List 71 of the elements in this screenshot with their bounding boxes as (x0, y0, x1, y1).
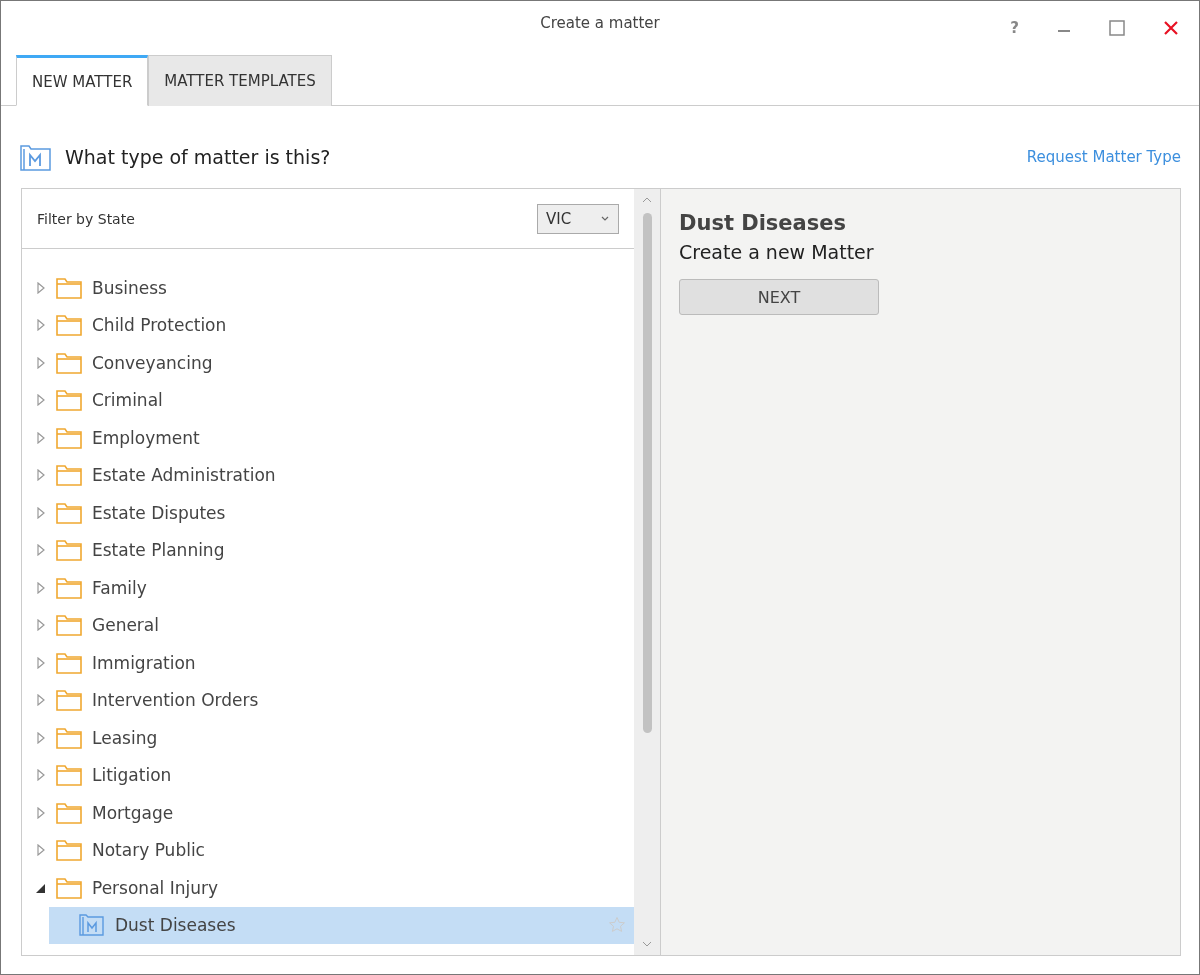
window-title: Create a matter (540, 14, 660, 32)
tree-item[interactable]: Estate Disputes (22, 494, 634, 532)
folder-icon (56, 689, 82, 712)
collapsed-arrow-icon[interactable] (36, 694, 46, 707)
tree-item[interactable]: Personal Injury (22, 869, 634, 907)
folder-icon (56, 614, 82, 637)
collapsed-arrow-icon[interactable] (36, 356, 46, 369)
matter-folder-icon (79, 914, 105, 937)
tree-item[interactable]: Immigration (22, 644, 634, 682)
folder-icon (56, 876, 82, 899)
scroll-down-icon[interactable] (642, 941, 652, 947)
collapsed-arrow-icon[interactable] (36, 319, 46, 332)
matter-folder-icon (19, 142, 53, 172)
state-dropdown[interactable]: VIC (537, 203, 619, 234)
detail-subtitle: Create a new Matter (679, 241, 875, 263)
tree-item[interactable]: Mortgage (22, 794, 634, 832)
collapsed-arrow-icon[interactable] (36, 844, 46, 857)
tab[interactable]: NEW MATTER (16, 55, 149, 106)
filter-label: Filter by State (37, 210, 135, 227)
folder-icon (56, 426, 82, 449)
collapsed-arrow-icon[interactable] (36, 731, 46, 744)
tree-item[interactable]: Criminal (22, 381, 634, 419)
help-button[interactable]: ? (1010, 19, 1019, 37)
folder-icon (56, 501, 82, 524)
chevron-down-icon (600, 215, 610, 222)
folder-icon (56, 389, 82, 412)
tree-item[interactable]: Leasing (22, 719, 634, 757)
folder-icon (56, 651, 82, 674)
collapsed-arrow-icon[interactable] (36, 581, 46, 594)
folder-icon (56, 576, 82, 599)
star-icon[interactable] (608, 916, 626, 935)
folder-icon (56, 764, 82, 787)
collapsed-arrow-icon[interactable] (36, 619, 46, 632)
tree-item[interactable]: Litigation (22, 756, 634, 794)
collapsed-arrow-icon[interactable] (36, 769, 46, 782)
collapsed-arrow-icon[interactable] (36, 469, 46, 482)
folder-icon (56, 726, 82, 749)
folder-icon (56, 539, 82, 562)
next-button[interactable]: NEXT (679, 279, 879, 315)
tree-item[interactable]: Conveyancing (22, 344, 634, 382)
scroll-up-icon[interactable] (642, 197, 652, 203)
tree-item[interactable]: General (22, 606, 634, 644)
tree-item[interactable]: Intervention Orders (22, 681, 634, 719)
tree-item[interactable]: Notary Public (22, 831, 634, 869)
scrollbar-thumb[interactable] (642, 213, 652, 733)
folder-icon (56, 314, 82, 337)
folder-icon (56, 464, 82, 487)
collapsed-arrow-icon[interactable] (36, 806, 46, 819)
collapsed-arrow-icon[interactable] (36, 506, 46, 519)
scrollbar[interactable] (634, 189, 660, 955)
folder-icon (56, 351, 82, 374)
collapsed-arrow-icon[interactable] (36, 431, 46, 444)
folder-icon (56, 276, 82, 299)
detail-title: Dust Diseases (679, 211, 847, 235)
heading: What type of matter is this? (65, 146, 331, 168)
tree-item[interactable]: Child Protection (22, 306, 634, 344)
maximize-icon[interactable] (1109, 20, 1125, 36)
collapsed-arrow-icon[interactable] (36, 281, 46, 294)
folder-icon (56, 801, 82, 824)
tree-item[interactable]: Family (22, 569, 634, 607)
collapsed-arrow-icon[interactable] (36, 394, 46, 407)
tree-item[interactable]: Employment (22, 419, 634, 457)
collapsed-arrow-icon[interactable] (36, 656, 46, 669)
close-icon[interactable] (1163, 20, 1179, 36)
collapsed-arrow-icon[interactable] (36, 544, 46, 557)
tree-item[interactable]: Business (22, 269, 634, 307)
tab[interactable]: MATTER TEMPLATES (148, 55, 332, 106)
tree-item[interactable]: Dust Diseases (49, 906, 634, 944)
folder-icon (56, 839, 82, 862)
tree-item[interactable]: Estate Administration (22, 456, 634, 494)
tree-item[interactable]: Estate Planning (22, 531, 634, 569)
